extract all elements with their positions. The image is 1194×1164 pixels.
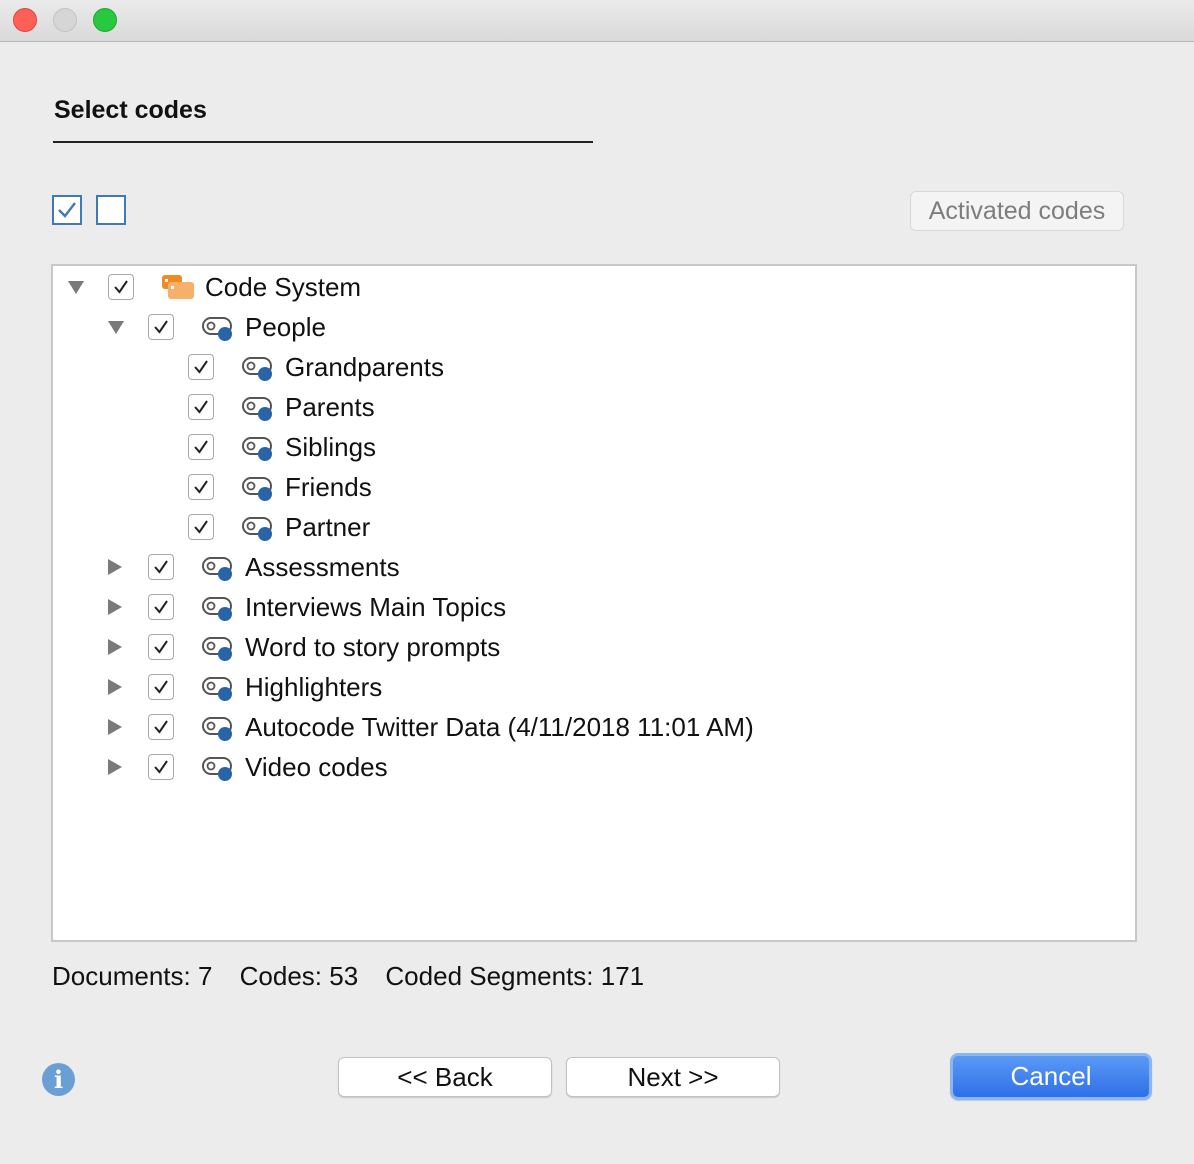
tree-row[interactable]: People bbox=[53, 307, 1053, 347]
code-tree[interactable]: Code System People Grandparents Parents Sibl… bbox=[51, 264, 1137, 942]
code-icon bbox=[241, 513, 275, 548]
code-icon bbox=[201, 633, 235, 668]
tree-item-label: Partner bbox=[285, 512, 371, 542]
checkmark-icon bbox=[154, 600, 168, 614]
tree-row[interactable]: Assessments bbox=[53, 547, 1053, 587]
tree-item-checkbox[interactable] bbox=[188, 474, 214, 500]
tree-row[interactable]: Video codes bbox=[53, 747, 1053, 787]
heading-divider bbox=[53, 141, 593, 143]
minimize-window-button[interactable] bbox=[53, 8, 77, 32]
expand-arrow-icon[interactable] bbox=[108, 639, 122, 655]
next-button[interactable]: Next >> bbox=[566, 1057, 780, 1097]
checkmark-icon bbox=[194, 520, 208, 534]
tree-row[interactable]: Highlighters bbox=[53, 667, 1053, 707]
tree-row[interactable]: Code System bbox=[53, 267, 1053, 307]
tree-item-label: Friends bbox=[285, 472, 372, 502]
checkmark-icon bbox=[194, 400, 208, 414]
coded-segments-count: Coded Segments: 171 bbox=[385, 961, 645, 991]
expand-arrow-icon[interactable] bbox=[108, 559, 122, 575]
tree-item-label: Code System bbox=[205, 272, 362, 302]
expand-arrow-icon[interactable] bbox=[108, 679, 122, 695]
checkmark-icon bbox=[194, 440, 208, 454]
cancel-button[interactable]: Cancel bbox=[950, 1053, 1152, 1100]
tree-item-label: People bbox=[245, 312, 326, 342]
checkmark-icon bbox=[154, 680, 168, 694]
tree-item-label: Parents bbox=[285, 392, 375, 422]
code-icon bbox=[201, 593, 235, 628]
tree-item-label: Siblings bbox=[285, 432, 377, 462]
checkmark-icon bbox=[194, 360, 208, 374]
code-icon bbox=[201, 313, 235, 348]
deselect-all-checkbox[interactable] bbox=[96, 195, 126, 225]
code-icon bbox=[241, 393, 275, 428]
info-icon[interactable]: i bbox=[42, 1063, 75, 1096]
expand-arrow-icon[interactable] bbox=[108, 719, 122, 735]
code-icon bbox=[201, 713, 235, 748]
back-button[interactable]: << Back bbox=[338, 1057, 552, 1097]
checkmark-icon bbox=[154, 640, 168, 654]
title-bar bbox=[0, 0, 1194, 42]
tree-item-checkbox[interactable] bbox=[148, 714, 174, 740]
checkmark-icon bbox=[154, 560, 168, 574]
code-system-icon bbox=[161, 273, 195, 306]
tree-item-checkbox[interactable] bbox=[148, 674, 174, 700]
tree-item-label: Highlighters bbox=[245, 672, 383, 702]
code-icon bbox=[201, 553, 235, 588]
tree-row[interactable]: Word to story prompts bbox=[53, 627, 1053, 667]
tree-row[interactable]: Autocode Twitter Data (4/11/2018 11:01 A… bbox=[53, 707, 1053, 747]
codes-count: Codes: 53 bbox=[239, 961, 359, 991]
code-icon bbox=[201, 753, 235, 788]
checkmark-icon bbox=[114, 280, 128, 294]
tree-item-checkbox[interactable] bbox=[108, 274, 134, 300]
status-summary: Documents: 7 Codes: 53 Coded Segments: 1… bbox=[52, 961, 664, 992]
tree-item-label: Autocode Twitter Data (4/11/2018 11:01 A… bbox=[245, 712, 754, 742]
tree-item-checkbox[interactable] bbox=[188, 434, 214, 460]
collapse-arrow-icon[interactable] bbox=[108, 321, 124, 334]
zoom-window-button[interactable] bbox=[93, 8, 117, 32]
select-all-checkbox[interactable] bbox=[52, 195, 82, 225]
activated-codes-button[interactable]: Activated codes bbox=[910, 191, 1124, 231]
tree-item-checkbox[interactable] bbox=[188, 354, 214, 380]
page-title: Select codes bbox=[54, 96, 207, 124]
tree-item-checkbox[interactable] bbox=[188, 514, 214, 540]
tree-item-checkbox[interactable] bbox=[148, 754, 174, 780]
expand-arrow-icon[interactable] bbox=[108, 759, 122, 775]
checkmark-icon bbox=[58, 202, 76, 218]
tree-item-checkbox[interactable] bbox=[148, 554, 174, 580]
tree-row[interactable]: Interviews Main Topics bbox=[53, 587, 1053, 627]
checkmark-icon bbox=[154, 320, 168, 334]
checkmark-icon bbox=[154, 760, 168, 774]
code-icon bbox=[241, 473, 275, 508]
close-window-button[interactable] bbox=[13, 8, 37, 32]
tree-item-checkbox[interactable] bbox=[148, 314, 174, 340]
checkmark-icon bbox=[154, 720, 168, 734]
tree-item-checkbox[interactable] bbox=[188, 394, 214, 420]
tree-item-label: Assessments bbox=[245, 552, 400, 582]
tree-item-checkbox[interactable] bbox=[148, 634, 174, 660]
tree-item-label: Video codes bbox=[245, 752, 388, 782]
tree-item-checkbox[interactable] bbox=[148, 594, 174, 620]
expand-arrow-icon[interactable] bbox=[108, 599, 122, 615]
tree-row[interactable]: Parents bbox=[53, 387, 1053, 427]
tree-row[interactable]: Siblings bbox=[53, 427, 1053, 467]
tree-row[interactable]: Grandparents bbox=[53, 347, 1053, 387]
checkmark-icon bbox=[194, 480, 208, 494]
code-icon bbox=[241, 353, 275, 388]
tree-row[interactable]: Friends bbox=[53, 467, 1053, 507]
code-icon bbox=[201, 673, 235, 708]
tree-item-label: Word to story prompts bbox=[245, 632, 501, 662]
tree-item-label: Grandparents bbox=[285, 352, 444, 382]
documents-count: Documents: 7 bbox=[52, 961, 213, 991]
collapse-arrow-icon[interactable] bbox=[68, 281, 84, 294]
tree-item-label: Interviews Main Topics bbox=[245, 592, 507, 622]
tree-row[interactable]: Partner bbox=[53, 507, 1053, 547]
code-icon bbox=[241, 433, 275, 468]
